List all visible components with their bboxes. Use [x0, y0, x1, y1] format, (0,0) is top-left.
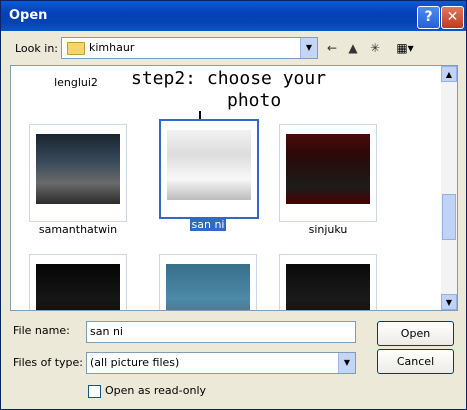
scroll-down-icon[interactable]: ▼ [441, 294, 457, 310]
annotation-line-1: step2: choose your [131, 68, 327, 89]
file-label: samanthatwin [38, 223, 118, 236]
photo-thumbnail [36, 264, 120, 310]
thumbnail [279, 254, 377, 310]
file-item[interactable]: sinjuku [273, 118, 383, 238]
up-folder-icon[interactable]: ▲ [344, 39, 362, 57]
look-in-label: Look in: [15, 42, 58, 55]
scroll-thumb[interactable] [442, 194, 456, 240]
file-item[interactable] [153, 248, 263, 310]
thumbnail [29, 254, 127, 310]
read-only-label[interactable]: Open as read-only [105, 384, 206, 397]
cancel-button[interactable]: Cancel [377, 349, 454, 374]
chevron-down-icon[interactable]: ▼ [300, 38, 317, 58]
open-button[interactable]: Open [377, 321, 454, 346]
vertical-scrollbar[interactable]: ▲ ▼ [441, 66, 457, 310]
help-button[interactable]: ? [417, 6, 440, 29]
title-bar: Open ? ✕ [1, 1, 466, 31]
thumbnail [159, 119, 259, 219]
annotation-line-2: photo [227, 90, 282, 111]
close-button[interactable]: ✕ [441, 6, 464, 29]
file-type-select[interactable]: (all picture files) ▼ [86, 352, 356, 374]
photo-thumbnail [286, 264, 370, 310]
look-in-value: kimhaur [89, 41, 135, 54]
open-dialog: Open ? ✕ Look in: kimhaur ▼ ← ▲ ✳ ▦▾ len… [0, 0, 467, 410]
view-menu-icon[interactable]: ▦▾ [391, 39, 419, 57]
thumbnail [29, 124, 127, 222]
file-label[interactable]: lenglui2 [21, 76, 131, 89]
scroll-up-icon[interactable]: ▲ [441, 66, 457, 82]
file-label: sinjuku [308, 223, 348, 236]
file-label: san ni [189, 218, 227, 231]
file-type-label: Files of type: [13, 356, 84, 369]
folder-icon [67, 42, 85, 55]
annotation-text: step2: choose your photo [131, 68, 391, 112]
file-item[interactable]: san ni [153, 113, 263, 233]
look-in-combo[interactable]: kimhaur ▼ [61, 37, 318, 59]
photo-thumbnail [36, 134, 120, 204]
read-only-checkbox[interactable] [88, 385, 101, 398]
file-item[interactable] [23, 248, 133, 310]
window-title: Open [9, 8, 48, 23]
chevron-down-icon[interactable]: ▼ [338, 353, 355, 373]
file-item[interactable]: samanthatwin [23, 118, 133, 238]
new-folder-icon[interactable]: ✳ [366, 39, 384, 57]
file-name-label: File name: [13, 324, 70, 337]
thumbnail [279, 124, 377, 222]
thumbnail [159, 254, 257, 310]
file-name-input[interactable]: san ni [86, 321, 356, 343]
photo-thumbnail [286, 134, 370, 204]
file-list[interactable]: lenglui2 ... step2: choose your photo ▼ … [10, 65, 458, 311]
photo-thumbnail [167, 130, 251, 200]
back-icon[interactable]: ← [323, 39, 341, 57]
file-item[interactable] [273, 248, 383, 310]
photo-thumbnail [166, 264, 250, 310]
